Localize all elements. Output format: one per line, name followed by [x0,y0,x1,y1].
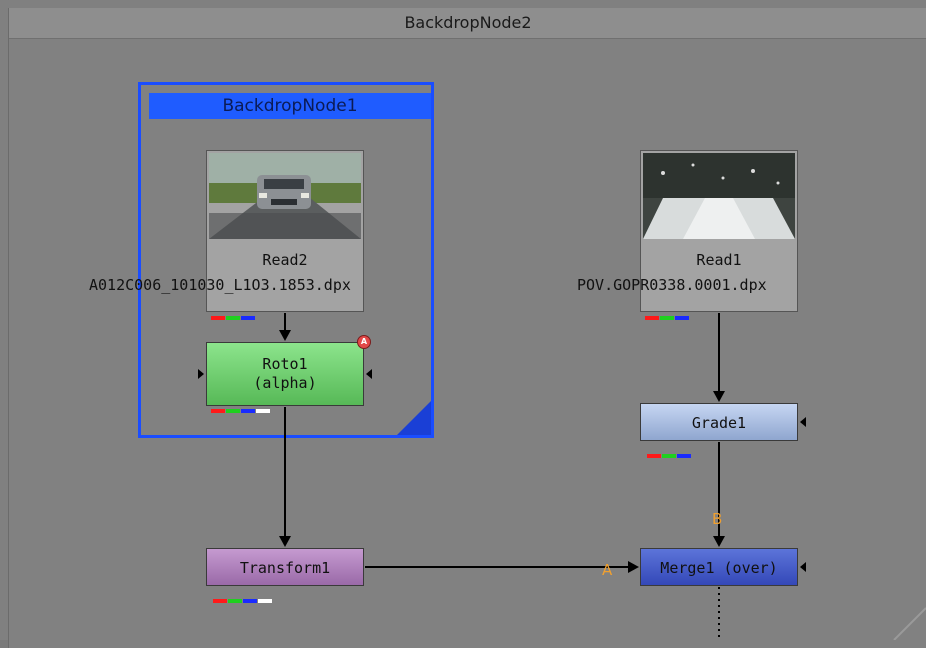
roto1-indicator-badge: A [357,335,371,349]
merge1-label: Merge1 (over) [660,559,778,577]
wire-arrowhead [279,536,291,547]
transform1-channels [213,579,273,603]
roto1-input-left-arrow[interactable] [198,369,204,379]
node-graph-canvas[interactable]: BackdropNode2 BackdropNode1 Read2 A012C0… [0,0,926,648]
read2-channels [211,305,256,320]
roto1-channels [211,399,271,413]
merge1-mask-input-arrow[interactable] [800,562,806,572]
roto1-label: Roto1 [262,355,308,373]
read1-label: Read1 [696,251,742,269]
read2-filename: A012C006_101030_L1O3.1853.dpx [89,276,351,294]
merge1-input-b-label: B [712,510,723,528]
wire-arrowhead [628,561,639,573]
read1-thumbnail [643,153,795,239]
transform1-label: Transform1 [239,559,331,577]
roto1-mask-input-arrow[interactable] [366,369,372,379]
roto1-sublabel: (alpha) [253,374,317,392]
wire-arrowhead [279,330,291,341]
grade1-channels [647,434,692,458]
backdrop-node-2-resize-handle[interactable] [890,604,926,640]
wire-arrowhead [713,391,725,402]
read2-label: Read2 [262,251,308,269]
read1-filename: POV.GOPR0338.0001.dpx [577,276,767,294]
grade1-node[interactable]: Grade1 [640,403,798,458]
read2-thumbnail [209,153,361,239]
connection-wires [279,313,725,640]
wire-arrowhead [713,536,725,547]
roto1-node[interactable]: Roto1 (alpha) [206,342,364,413]
merge1-node[interactable]: Merge1 (over) [640,548,798,586]
grade1-label: Grade1 [691,414,747,432]
read1-channels [645,305,690,320]
merge1-input-a-label: A [602,561,613,579]
transform1-node[interactable]: Transform1 [206,548,364,603]
grade1-mask-input-arrow[interactable] [800,417,806,427]
